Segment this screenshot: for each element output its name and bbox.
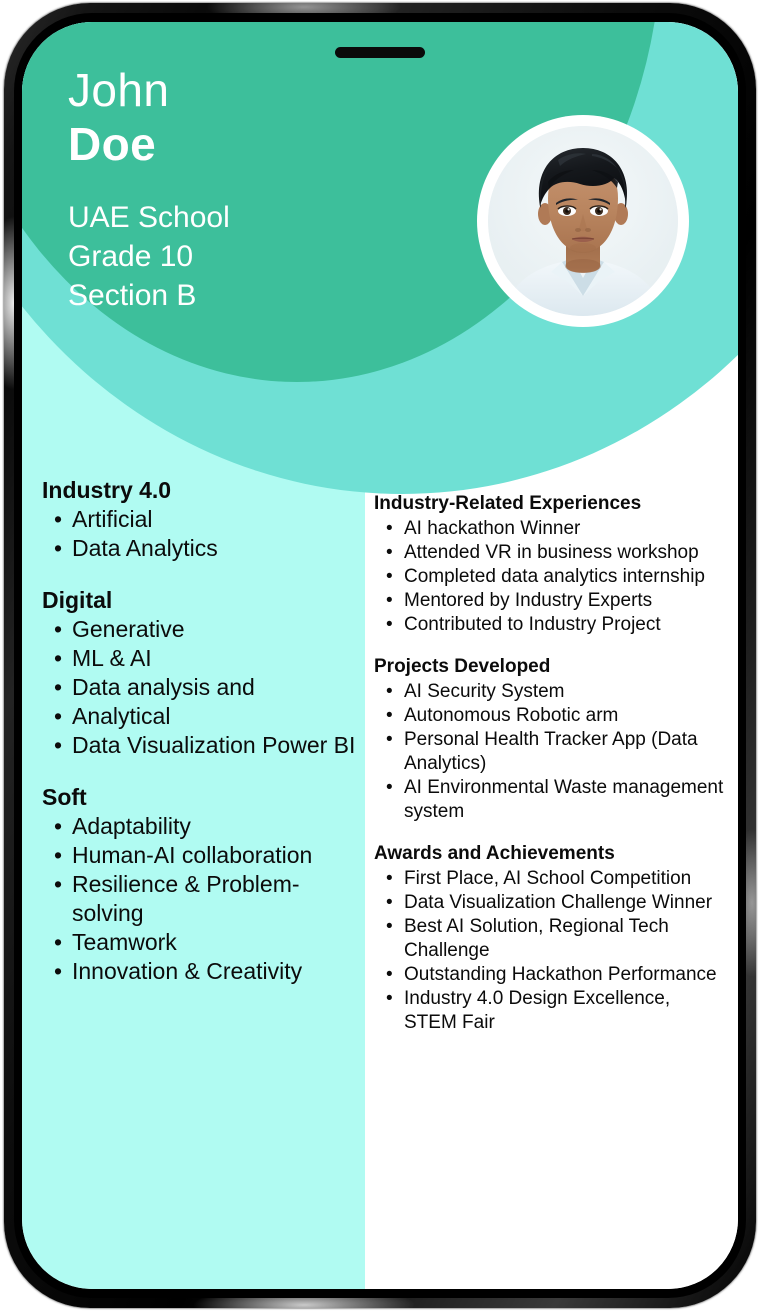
list-item: Teamwork bbox=[54, 928, 362, 957]
list-item: Data Visualization Power BI bbox=[54, 731, 362, 760]
list-item: Completed data analytics internship bbox=[386, 565, 724, 589]
list-item: First Place, AI School Competition bbox=[386, 867, 724, 891]
section-list: AI Security System Autonomous Robotic ar… bbox=[374, 680, 724, 824]
section-industry-experiences: Industry-Related Experiences AI hackatho… bbox=[374, 492, 724, 637]
list-item: Data analysis and bbox=[54, 673, 362, 702]
list-item: Adaptability bbox=[54, 812, 362, 841]
phone-screen: John Doe UAE School Grade 10 Section B I… bbox=[22, 22, 738, 1289]
list-item: AI Security System bbox=[386, 680, 724, 704]
section-list: First Place, AI School Competition Data … bbox=[374, 867, 724, 1035]
avatar-ring bbox=[477, 115, 689, 327]
section-list: Artificial Data Analytics bbox=[42, 505, 362, 563]
section-digital: Digital Generative ML & AI Data analysis… bbox=[42, 587, 362, 760]
grade-label: Grade 10 bbox=[68, 240, 194, 273]
list-item: Autonomous Robotic arm bbox=[386, 704, 724, 728]
section-title: Industry-Related Experiences bbox=[374, 493, 642, 514]
speaker-notch-icon bbox=[335, 47, 425, 58]
section-projects: Projects Developed AI Security System Au… bbox=[374, 655, 724, 824]
avatar bbox=[488, 126, 678, 316]
list-item: Mentored by Industry Experts bbox=[386, 589, 724, 613]
list-item: AI Environmental Waste management system bbox=[386, 776, 724, 824]
list-item: Personal Health Tracker App (Data Analyt… bbox=[386, 728, 724, 776]
list-item: Generative bbox=[54, 615, 362, 644]
list-item: Outstanding Hackathon Performance bbox=[386, 963, 724, 987]
experience-column: Industry-Related Experiences AI hackatho… bbox=[374, 492, 724, 1035]
list-item: Data Visualization Challenge Winner bbox=[386, 891, 724, 915]
section-list: AI hackathon Winner Attended VR in busin… bbox=[374, 517, 724, 637]
list-item: ML & AI bbox=[54, 644, 362, 673]
section-list: Generative ML & AI Data analysis and Ana… bbox=[42, 615, 362, 760]
student-portrait-illustration bbox=[488, 126, 678, 316]
list-item: Attended VR in business workshop bbox=[386, 541, 724, 565]
section-title: Projects Developed bbox=[374, 656, 551, 677]
last-name: Doe bbox=[68, 118, 157, 170]
section-title: Awards and Achievements bbox=[374, 843, 615, 864]
skills-column: Industry 4.0 Artificial Data Analytics D… bbox=[42, 477, 362, 986]
section-awards: Awards and Achievements First Place, AI … bbox=[374, 842, 724, 1035]
profile-header: John Doe UAE School Grade 10 Section B bbox=[68, 64, 398, 315]
list-item: Innovation & Creativity bbox=[54, 957, 362, 986]
list-item: Resilience & Problem-solving bbox=[54, 870, 362, 928]
list-item: Best AI Solution, Regional Tech Challeng… bbox=[386, 915, 724, 963]
school-name: UAE School bbox=[68, 201, 230, 234]
section-title: Soft bbox=[42, 784, 87, 810]
profile-meta: UAE School Grade 10 Section B bbox=[68, 198, 398, 315]
first-name: John bbox=[68, 64, 170, 116]
section-title: Industry 4.0 bbox=[42, 477, 172, 503]
phone-device-mockup: John Doe UAE School Grade 10 Section B I… bbox=[0, 0, 760, 1311]
list-item: Artificial bbox=[54, 505, 362, 534]
list-item: AI hackathon Winner bbox=[386, 517, 724, 541]
section-industry-40: Industry 4.0 Artificial Data Analytics bbox=[42, 477, 362, 563]
section-title: Digital bbox=[42, 587, 113, 613]
section-label: Section B bbox=[68, 279, 197, 312]
list-item: Analytical bbox=[54, 702, 362, 731]
section-list: Adaptability Human-AI collaboration Resi… bbox=[42, 812, 362, 986]
list-item: Contributed to Industry Project bbox=[386, 613, 724, 637]
list-item: Human-AI collaboration bbox=[54, 841, 362, 870]
section-soft: Soft Adaptability Human-AI collaboration… bbox=[42, 784, 362, 986]
list-item: Industry 4.0 Design Excellence, STEM Fai… bbox=[386, 987, 724, 1035]
list-item: Data Analytics bbox=[54, 534, 362, 563]
